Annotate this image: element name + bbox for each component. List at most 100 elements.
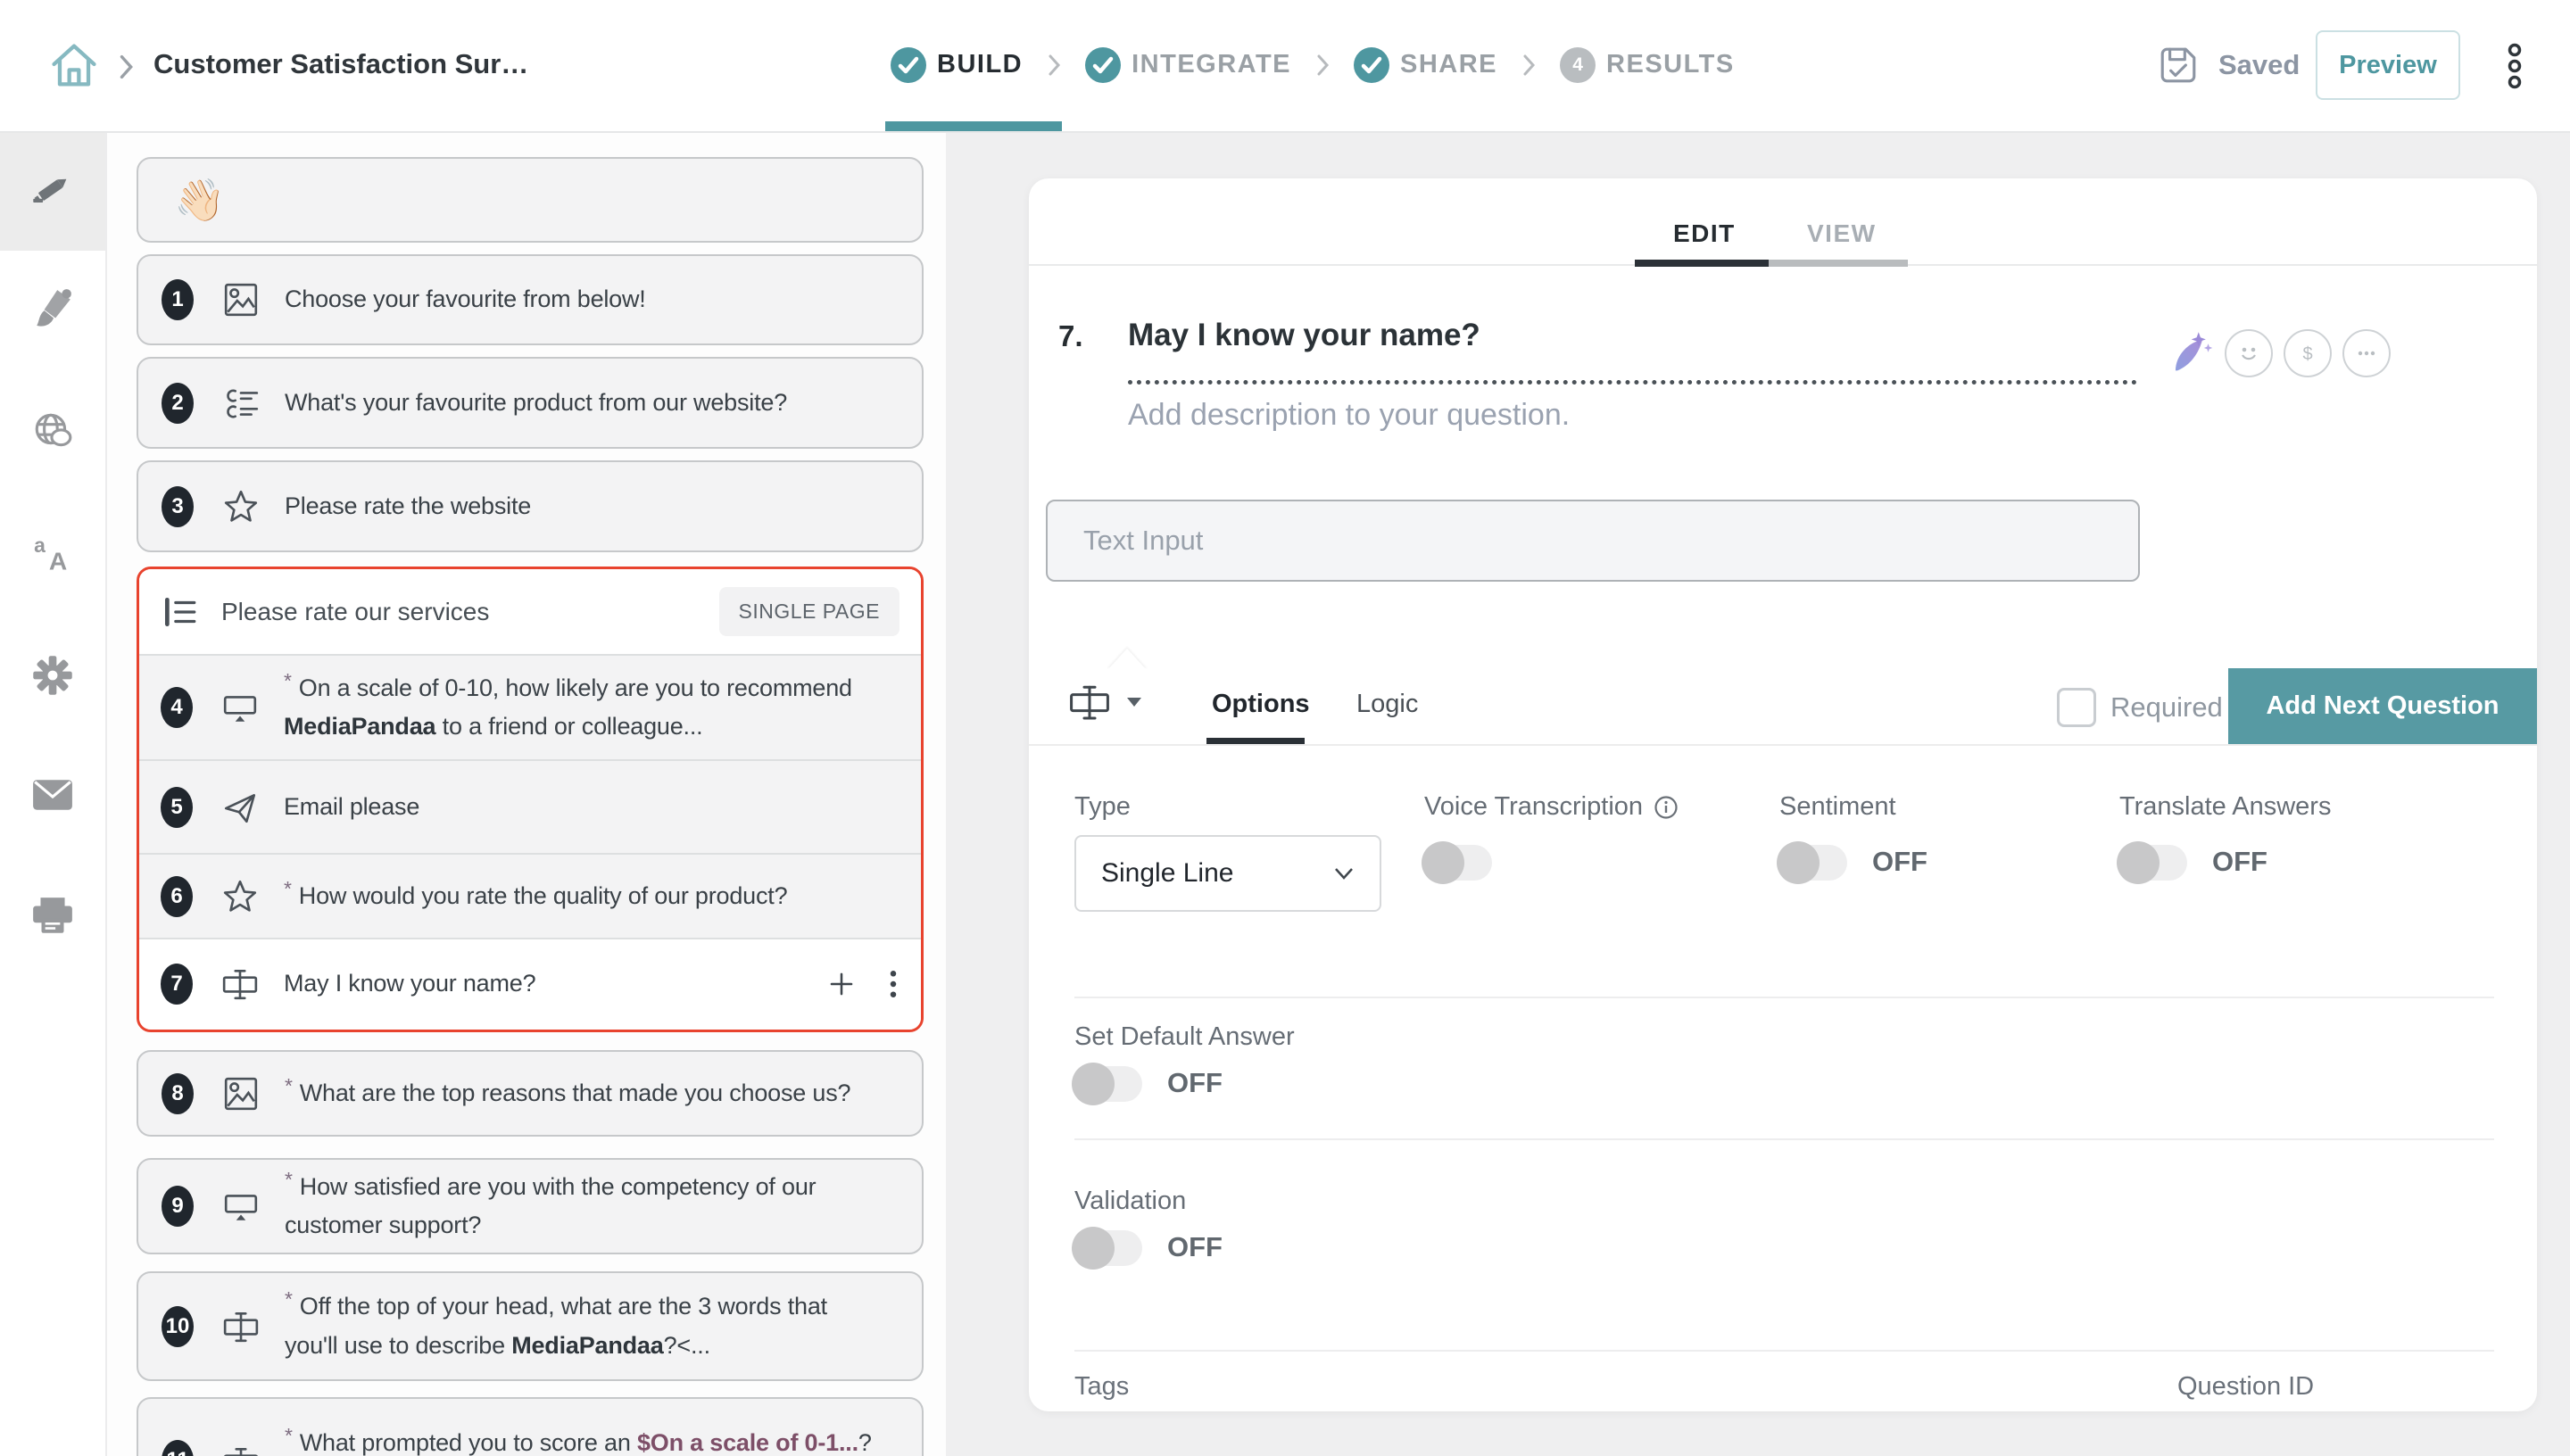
question-text: *How satisfied are you with the competen… [285, 1168, 874, 1245]
rail-item-edit[interactable] [0, 131, 105, 251]
paper-plane-icon [221, 789, 259, 826]
section-divider [1074, 997, 2494, 998]
question-number-badge: 3 [162, 486, 194, 527]
question-card-9[interactable]: 9 *How satisfied are you with the compet… [137, 1158, 924, 1254]
section-divider [1074, 1350, 2494, 1352]
tab-edit-underline [1635, 260, 1769, 267]
question-text: *What prompted you to score an $On a sca… [285, 1424, 872, 1456]
question-type-picker[interactable] [1068, 681, 1143, 724]
step-share[interactable]: SHARE [1354, 47, 1497, 83]
home-icon [46, 37, 102, 93]
step-results[interactable]: 4 RESULTS [1560, 47, 1735, 83]
image-icon [222, 1075, 260, 1113]
welcome-card[interactable]: 👋🏻 [137, 157, 924, 243]
save-status: Saved [2158, 45, 2300, 86]
caret-down-icon [1125, 696, 1143, 708]
star-icon [221, 878, 259, 915]
multiple-choice-icon [222, 385, 260, 422]
svg-text:$: $ [2302, 344, 2312, 364]
breadcrumb-chevron-icon [114, 52, 137, 82]
set-default-answer-toggle[interactable] [1074, 1066, 1142, 1102]
rail-item-web[interactable] [0, 388, 105, 474]
question-card-7[interactable]: 7 May I know your name? [139, 939, 921, 1028]
question-text: *On a scale of 0-10, how likely are you … [284, 669, 855, 746]
question-card-3[interactable]: 3 Please rate the website [137, 460, 924, 552]
question-number: 7. [1058, 319, 1083, 353]
active-step-underline [885, 121, 1062, 131]
more-options-button[interactable] [2342, 329, 2391, 377]
question-text: What's your favourite product from our w… [285, 384, 787, 422]
home-button[interactable] [46, 37, 102, 93]
top-bar: Customer Satisfaction Sur… BUILD INTEGRA… [0, 0, 2570, 133]
save-icon [2158, 45, 2199, 86]
ai-feather-icon[interactable] [2164, 328, 2214, 378]
step-integrate[interactable]: INTEGRATE [1085, 47, 1291, 83]
voice-transcription-toggle[interactable] [1424, 845, 1492, 881]
printer-icon [30, 896, 75, 937]
question-description-input[interactable]: Add description to your question. [1128, 398, 1570, 433]
more-menu-button[interactable] [2497, 41, 2533, 91]
question-number-badge: 11 [162, 1440, 194, 1456]
question-title-underline [1128, 348, 2137, 385]
tab-view[interactable]: VIEW [1807, 219, 1877, 248]
emoji-button[interactable] [2225, 329, 2273, 377]
question-card-6[interactable]: 6 *How would you rate the quality of our… [139, 855, 921, 939]
question-kebab-icon[interactable] [887, 968, 900, 1000]
rail-item-print[interactable] [0, 873, 105, 959]
question-number-badge: 2 [162, 383, 194, 424]
sentiment-state: OFF [1872, 846, 1928, 878]
image-icon [222, 281, 260, 318]
answer-input[interactable]: Text Input [1046, 500, 2140, 582]
kebab-menu-icon [2497, 41, 2533, 91]
survey-builder-app: Customer Satisfaction Sur… BUILD INTEGRA… [0, 0, 2570, 1456]
preview-button[interactable]: Preview [2316, 30, 2460, 100]
variables-button[interactable]: $ [2284, 329, 2332, 377]
question-card-5[interactable]: 5 Email please [139, 761, 921, 855]
validation-state: OFF [1167, 1231, 1223, 1263]
validation-toggle[interactable] [1074, 1230, 1142, 1266]
question-card-2[interactable]: 2 What's your favourite product from our… [137, 357, 924, 449]
text-input-icon [221, 965, 259, 1003]
question-number-badge: 1 [162, 279, 194, 320]
add-next-question-button[interactable]: Add Next Question [2228, 668, 2537, 744]
question-text: *How would you rate the quality of our p… [284, 877, 787, 915]
rail-item-translate[interactable]: a A [0, 511, 105, 597]
tab-options[interactable]: Options [1212, 690, 1310, 719]
question-text: *Off the top of your head, what are the … [285, 1287, 865, 1364]
translate-answers-toggle[interactable] [2119, 845, 2187, 881]
gear-icon [30, 653, 75, 698]
rail-item-design[interactable] [0, 265, 105, 351]
step-number-circle: 4 [1560, 47, 1596, 83]
sentiment-toggle[interactable] [1779, 845, 1847, 881]
step-label: BUILD [937, 50, 1023, 79]
type-select[interactable]: Single Line [1074, 835, 1381, 912]
check-circle-icon [1085, 47, 1121, 83]
options-tab-underline [1206, 738, 1305, 744]
step-build[interactable]: BUILD [891, 47, 1023, 83]
question-card-11[interactable]: 11 *What prompted you to score an $On a … [137, 1397, 924, 1456]
question-card-1[interactable]: 1 Choose your favourite from below! [137, 254, 924, 345]
question-card-4[interactable]: 4 *On a scale of 0-10, how likely are yo… [139, 656, 921, 761]
title-tools: $ [2164, 328, 2391, 378]
single-page-badge: SINGLE PAGE [719, 587, 900, 636]
tab-edit[interactable]: EDIT [1673, 219, 1736, 248]
survey-title[interactable]: Customer Satisfaction Sur… [153, 48, 528, 80]
question-card-10[interactable]: 10 *Off the top of your head, what are t… [137, 1271, 924, 1381]
group-header[interactable]: Please rate our services SINGLE PAGE [139, 569, 921, 656]
voice-transcription-label: Voice Transcription [1424, 792, 1679, 822]
question-text: Please rate the website [285, 487, 531, 525]
add-question-icon[interactable] [826, 969, 857, 999]
question-card-8[interactable]: 8 *What are the top reasons that made yo… [137, 1050, 924, 1137]
required-label: Required [2110, 691, 2223, 724]
info-icon[interactable] [1654, 795, 1679, 820]
type-label: Type [1074, 792, 1131, 822]
rail-item-email[interactable] [0, 752, 105, 838]
question-number-badge: 6 [161, 876, 193, 917]
tab-logic[interactable]: Logic [1356, 690, 1418, 719]
rail-item-settings[interactable] [0, 633, 105, 718]
question-id-label: Question ID [2177, 1372, 2314, 1402]
question-text: *What are the top reasons that made you … [285, 1074, 850, 1113]
settings-pointer [1107, 649, 1147, 670]
required-checkbox[interactable] [2057, 688, 2096, 727]
translate-icon: a A [31, 533, 74, 575]
